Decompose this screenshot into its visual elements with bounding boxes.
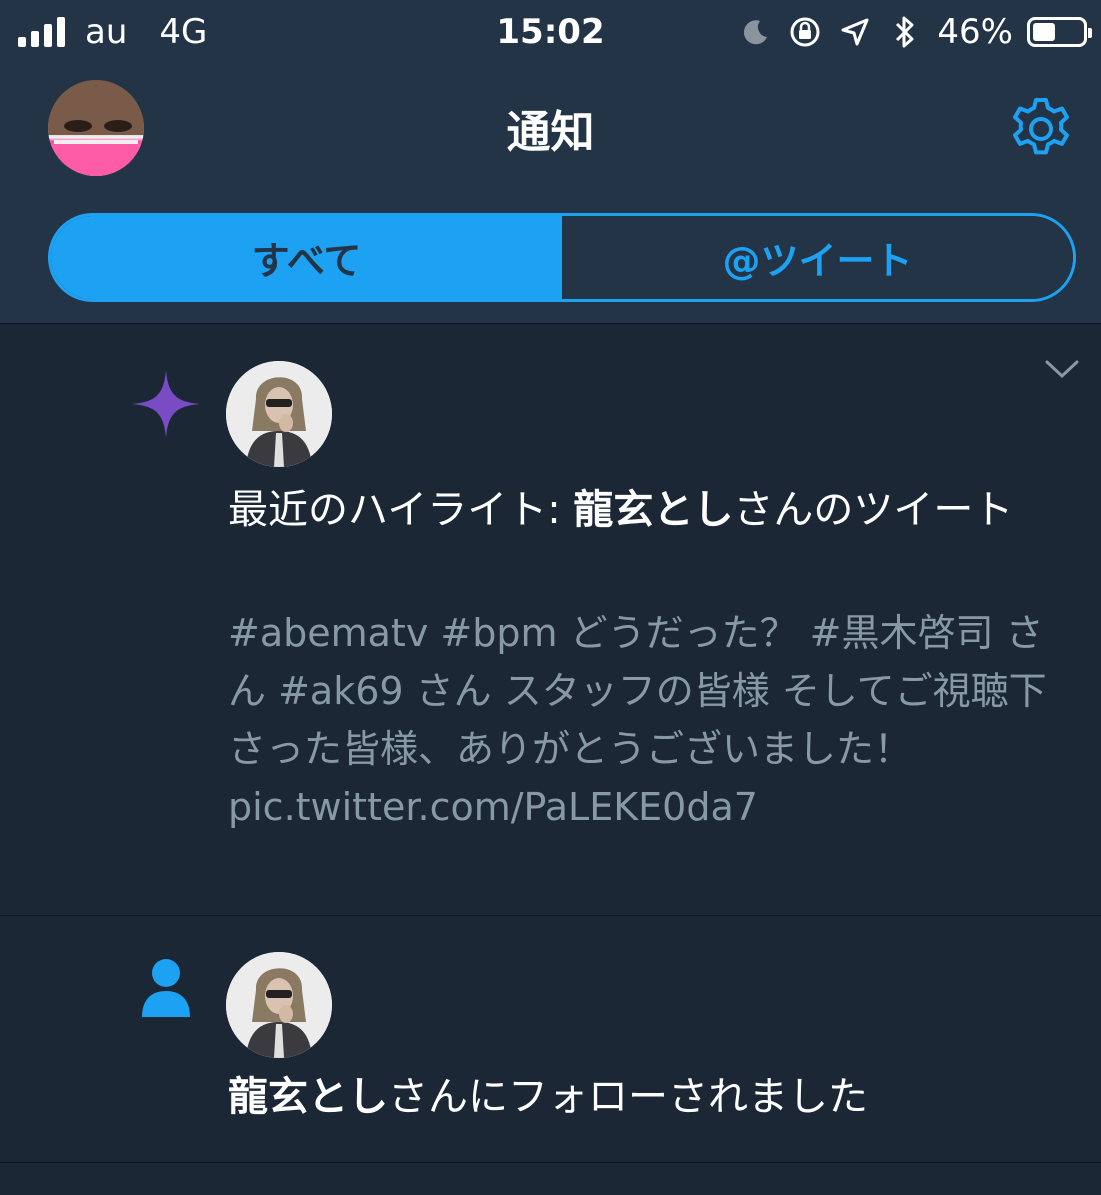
location-icon	[837, 14, 873, 50]
status-right: 46%	[737, 12, 1092, 52]
sparkle-icon	[130, 368, 202, 444]
notification-item[interactable]: 龍玄としさんにフォローされました	[0, 917, 1101, 1163]
user-name[interactable]: 龍玄とし	[573, 487, 733, 533]
rotation-lock-icon	[787, 14, 823, 50]
tab-mentions[interactable]: @ツイート	[562, 216, 1073, 299]
header: au 4G 15:02 46% 通知 すべて @ツイート	[0, 0, 1101, 324]
notification-item[interactable]: 最近のハイライト: 龍玄としさんのツイート #abematv #bpm どうだっ…	[0, 324, 1101, 916]
notification-title: 龍玄としさんにフォローされました	[228, 1069, 1068, 1125]
notification-title: 最近のハイライト: 龍玄としさんのツイート	[228, 482, 1068, 538]
tab-all[interactable]: すべて	[51, 216, 562, 299]
notification-tabs: すべて @ツイート	[48, 213, 1076, 302]
battery-percent: 46%	[937, 12, 1013, 52]
status-bar: au 4G 15:02 46%	[0, 0, 1101, 66]
gear-icon[interactable]	[1006, 94, 1076, 164]
chevron-down-icon[interactable]	[1044, 358, 1080, 380]
title-suffix: さんのツイート	[733, 487, 1014, 533]
user-name[interactable]: 龍玄とし	[228, 1074, 388, 1120]
moon-icon	[737, 14, 773, 50]
person-icon	[140, 957, 192, 1023]
bluetooth-icon	[887, 14, 923, 50]
avatar[interactable]	[226, 361, 332, 467]
battery-icon	[1027, 17, 1092, 47]
page-title: 通知	[506, 107, 595, 158]
tweet-text[interactable]: #abematv #bpm どうだった？ #黒木啓司 さん #ak69 さん ス…	[228, 604, 1078, 836]
avatar[interactable]	[226, 952, 332, 1058]
title-prefix: 最近のハイライト:	[228, 487, 574, 533]
title-suffix: さんにフォローされました	[388, 1074, 868, 1120]
